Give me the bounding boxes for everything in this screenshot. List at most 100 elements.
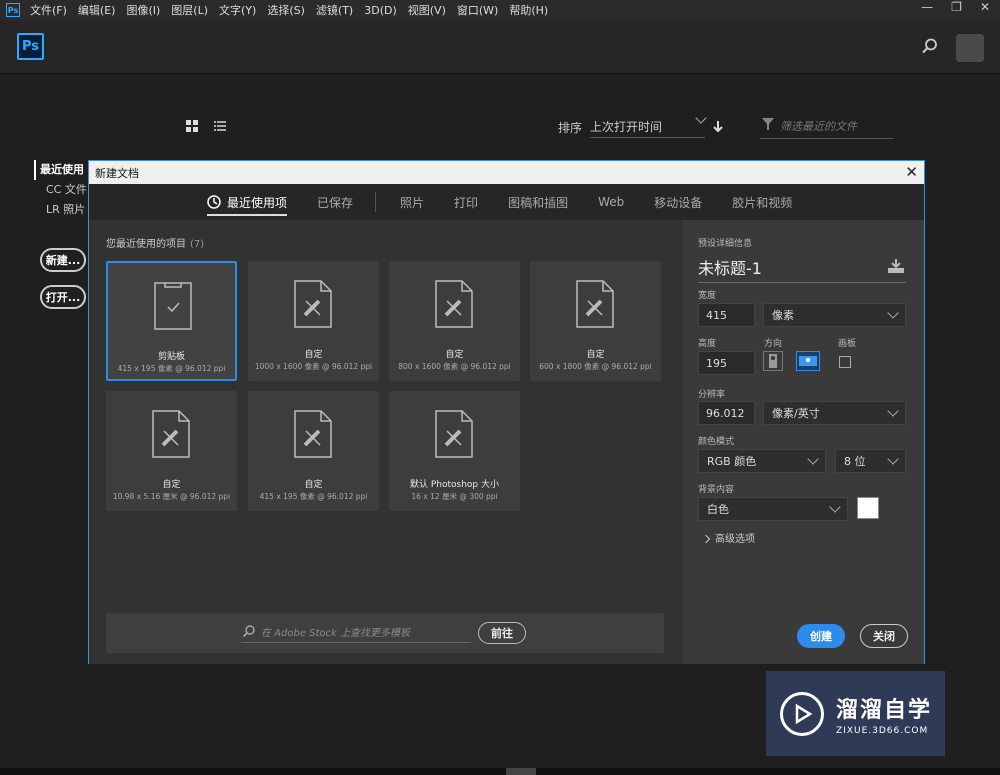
sort-value: 上次打开时间: [590, 120, 663, 134]
search-icon[interactable]: [922, 38, 938, 54]
dialog-titlebar: 新建文档 ✕: [89, 161, 924, 184]
maximize-button[interactable]: ❐: [951, 0, 962, 14]
watermark-title: 溜溜自学: [836, 697, 933, 723]
tab-recent-label: 最近使用项: [227, 195, 288, 210]
preset-dims: 415 x 195 像素 @ 96.012 ppi: [259, 492, 368, 501]
minimize-button[interactable]: —: [921, 0, 933, 14]
width-label: 宽度: [698, 291, 717, 301]
ps-menu-logo: Ps: [6, 3, 20, 17]
preset-card[interactable]: 自定 800 x 1600 像素 @ 96.012 ppi: [389, 261, 520, 381]
height-input[interactable]: 195: [698, 351, 755, 375]
tab-print[interactable]: 打印: [454, 194, 478, 211]
recent-section-label: 您最近使用的项目 (7): [106, 239, 205, 250]
menu-file[interactable]: 文件(F): [30, 2, 67, 18]
width-unit-select[interactable]: 像素: [763, 303, 906, 327]
background-label: 背景内容: [698, 485, 735, 495]
go-button[interactable]: 前往: [478, 622, 526, 644]
menu-help[interactable]: 帮助(H): [509, 2, 548, 18]
dialog-title: 新建文档: [95, 166, 139, 180]
preset-card[interactable]: 自定 1000 x 1600 像素 @ 96.012 ppi: [248, 261, 379, 381]
resolution-input[interactable]: 96.012: [698, 401, 755, 425]
background-select[interactable]: 白色: [698, 497, 848, 521]
color-mode-value: RGB 颜色: [707, 455, 757, 468]
stock-search-bar: 在 Adobe Stock 上查找更多模板 前往: [106, 613, 664, 653]
bottom-handle: [506, 768, 536, 775]
menu-type[interactable]: 文字(Y): [219, 2, 256, 18]
bottom-strip: [0, 768, 1000, 775]
background-color-swatch[interactable]: [857, 497, 879, 519]
clock-icon: [207, 195, 221, 209]
resolution-unit-select[interactable]: 像素/英寸: [763, 401, 906, 425]
menu-window[interactable]: 窗口(W): [457, 2, 498, 18]
app-bar: Ps: [0, 20, 1000, 74]
home-nav-cc-files[interactable]: CC 文件: [40, 180, 87, 200]
sort-select[interactable]: 上次打开时间: [590, 112, 707, 138]
tab-saved[interactable]: 已保存: [317, 194, 353, 211]
tab-film-video[interactable]: 胶片和视频: [732, 194, 792, 211]
menu-filter[interactable]: 滤镜(T): [316, 2, 353, 18]
tab-photo[interactable]: 照片: [400, 194, 424, 211]
tab-art-illustration[interactable]: 图稿和插图: [508, 194, 568, 211]
home-new-button[interactable]: 新建...: [40, 248, 86, 272]
preset-details-heading: 预设详细信息: [698, 239, 753, 249]
home-nav-recent[interactable]: 最近使用: [34, 160, 87, 180]
portrait-orientation-icon[interactable]: [763, 351, 783, 371]
window-close-button[interactable]: ✕: [980, 0, 990, 14]
tab-mobile[interactable]: 移动设备: [654, 194, 702, 211]
artboard-label: 画板: [838, 339, 857, 349]
preset-card[interactable]: 默认 Photoshop 大小 16 x 12 厘米 @ 300 ppi: [389, 391, 520, 511]
menu-image[interactable]: 图像(I): [126, 2, 160, 18]
preset-name: 自定: [586, 350, 605, 360]
stock-search-input[interactable]: 在 Adobe Stock 上查找更多模板: [241, 624, 471, 643]
sort-label: 排序: [558, 120, 583, 135]
home-nav-lr-photos[interactable]: LR 照片: [40, 200, 87, 220]
list-view-icon[interactable]: [214, 120, 226, 132]
menu-select[interactable]: 选择(S): [267, 2, 305, 18]
avatar[interactable]: [956, 34, 984, 62]
menu-bar: Ps 文件(F) 编辑(E) 图像(I) 图层(L) 文字(Y) 选择(S) 滤…: [0, 0, 1000, 20]
preset-card[interactable]: 自定 10.98 x 5.16 厘米 @ 96.012 ppi: [106, 391, 237, 511]
preset-card[interactable]: 自定 600 x 1800 像素 @ 96.012 ppi: [530, 261, 661, 381]
save-preset-icon[interactable]: [888, 259, 904, 273]
preset-dims: 10.98 x 5.16 厘米 @ 96.012 ppi: [112, 492, 231, 501]
document-name-field[interactable]: 未标题-1: [698, 255, 906, 283]
width-input[interactable]: 415: [698, 303, 755, 327]
play-icon: [780, 691, 824, 736]
resolution-unit-value: 像素/英寸: [772, 407, 820, 420]
custom-doc-icon: [576, 280, 614, 328]
advanced-options-toggle[interactable]: 高级选项: [701, 530, 755, 545]
menu-view[interactable]: 视图(V): [408, 2, 446, 18]
tab-recent[interactable]: 最近使用项: [207, 194, 288, 216]
custom-doc-icon: [152, 410, 190, 458]
ps-logo: Ps: [17, 33, 44, 60]
home-open-button[interactable]: 打开...: [40, 285, 86, 309]
color-mode-select[interactable]: RGB 颜色: [698, 449, 826, 473]
menu-edit[interactable]: 编辑(E): [78, 2, 116, 18]
preset-name: 自定: [304, 350, 323, 360]
width-unit-value: 像素: [772, 309, 794, 322]
menu-3d[interactable]: 3D(D): [364, 4, 397, 17]
advanced-options-label: 高级选项: [715, 534, 755, 545]
grid-view-icon[interactable]: [186, 120, 198, 132]
create-button[interactable]: 创建: [797, 624, 845, 648]
filter-input[interactable]: 筛选最近的文件: [760, 116, 893, 139]
dialog-close-button[interactable]: ✕: [905, 163, 918, 181]
menu-layer[interactable]: 图层(L): [171, 2, 208, 18]
chevron-down-icon: [887, 307, 899, 319]
clipboard-icon: [154, 282, 192, 330]
bit-depth-select[interactable]: 8 位: [835, 449, 906, 473]
close-button[interactable]: 关闭: [860, 624, 908, 648]
landscape-orientation-icon[interactable]: [796, 351, 820, 371]
preset-dims: 800 x 1600 像素 @ 96.012 ppi: [398, 362, 511, 371]
sort-direction-icon[interactable]: [713, 121, 723, 133]
preset-card[interactable]: 自定 415 x 195 像素 @ 96.012 ppi: [248, 391, 379, 511]
custom-doc-icon: [435, 410, 473, 458]
preset-dims: 16 x 12 厘米 @ 300 ppi: [411, 492, 498, 501]
preset-dims: 415 x 195 像素 @ 96.012 ppi: [117, 364, 226, 373]
artboard-checkbox[interactable]: [839, 356, 851, 368]
preset-details-pane: 预设详细信息 未标题-1 宽度 415 像素 高度 195 方向 画板 分辨率 …: [683, 220, 924, 664]
orientation-label: 方向: [764, 339, 783, 349]
preset-card[interactable]: 剪贴板 415 x 195 像素 @ 96.012 ppi: [106, 261, 237, 381]
tab-web[interactable]: Web: [598, 195, 624, 209]
preset-name: 自定: [304, 480, 323, 490]
